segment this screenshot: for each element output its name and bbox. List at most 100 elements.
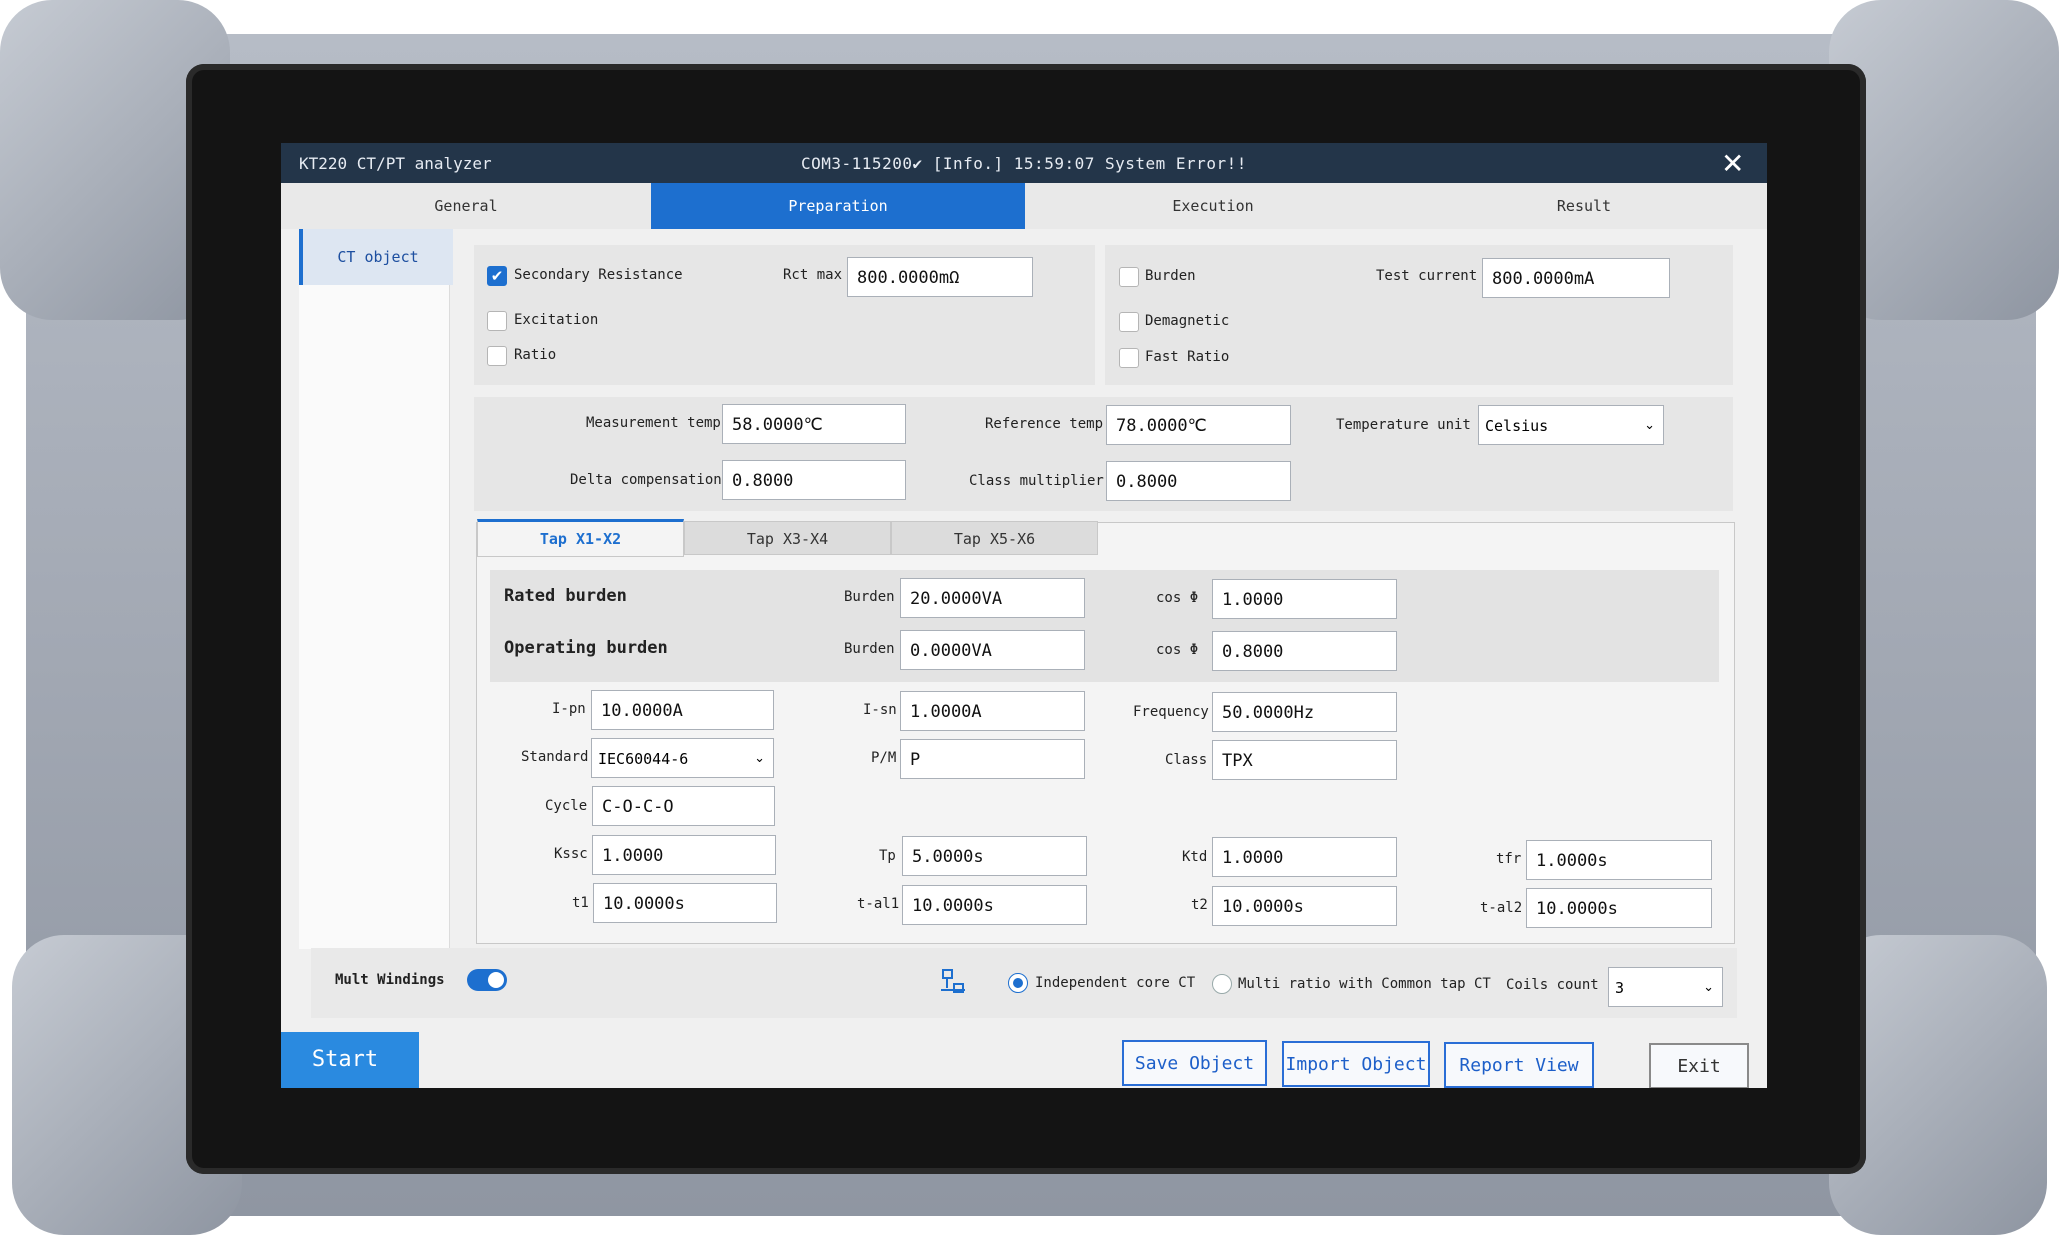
start-button[interactable]: Start [281,1032,419,1088]
excitation-checkbox[interactable] [487,311,507,331]
temperature-unit-select[interactable]: Celsius ⌄ [1478,405,1664,445]
rct-max-label: Rct max [783,267,843,283]
delta-compensation-label: Delta compensation [570,472,722,488]
class-multiplier-input[interactable]: 0.8000 [1106,461,1291,501]
rated-cos-input[interactable]: 1.0000 [1212,579,1397,619]
main-tabs: General Preparation Execution Result [281,183,1767,229]
operating-burden-label: Operating burden [504,638,668,658]
chevron-down-icon: ⌄ [1703,980,1714,995]
demagnetic-label: Demagnetic [1145,313,1230,329]
standard-value: IEC60044-6 [598,750,689,768]
fast-ratio-label: Fast Ratio [1145,349,1230,365]
class-label: Class [1165,752,1208,768]
frequency-input[interactable]: 50.0000Hz [1212,692,1397,732]
tab-preparation[interactable]: Preparation [651,183,1026,229]
tab-execution[interactable]: Execution [1025,183,1402,229]
class-input[interactable]: TPX [1212,740,1397,780]
chevron-down-icon: ⌄ [754,751,765,766]
ktd-input[interactable]: 1.0000 [1212,837,1397,877]
rct-max-input[interactable]: 800.0000mΩ [847,257,1033,297]
operating-burden-input[interactable]: 0.0000VA [900,630,1085,670]
tp-label: Tp [879,848,896,864]
standard-select[interactable]: IEC60044-6 ⌄ [591,738,774,778]
cycle-input[interactable]: C-O-C-O [592,786,775,826]
ktd-label: Ktd [1182,849,1208,865]
cycle-label: Cycle [545,798,588,814]
t1-input[interactable]: 10.0000s [593,883,777,923]
rated-burden-label: Rated burden [504,586,627,606]
coils-count-label: Coils count [1506,977,1599,993]
rated-burden-field-label: Burden [844,589,895,605]
operating-burden-field-label: Burden [844,641,895,657]
t2-label: t2 [1191,897,1208,913]
burden-checkbox[interactable] [1119,267,1139,287]
tab-result[interactable]: Result [1401,183,1767,229]
measurement-temp-label: Measurement temp [586,415,721,431]
isn-input[interactable]: 1.0000A [900,691,1085,731]
tal2-label: t-al2 [1480,900,1523,916]
coils-count-select[interactable]: 3 ⌄ [1608,967,1723,1007]
sidebar: CT object [299,229,453,949]
app-title: KT220 CT/PT analyzer [299,154,492,173]
rated-cos-label: cos Φ [1156,590,1199,606]
burden-test-label: Burden [1145,268,1196,284]
t2-input[interactable]: 10.0000s [1212,886,1397,926]
multi-ratio-label: Multi ratio with Common tap CT [1238,976,1491,992]
operating-cos-input[interactable]: 0.8000 [1212,631,1397,671]
coils-count-value: 3 [1615,979,1625,997]
ipn-input[interactable]: 10.0000A [591,690,774,730]
temperature-unit-value: Celsius [1485,417,1549,435]
kssc-input[interactable]: 1.0000 [592,835,776,875]
reference-temp-label: Reference temp [985,416,1104,432]
tab-tap-x3-x4[interactable]: Tap X3-X4 [684,521,891,555]
tal1-label: t-al1 [857,896,900,912]
tal1-input[interactable]: 10.0000s [902,885,1087,925]
class-multiplier-label: Class multiplier [969,473,1104,489]
exit-button[interactable]: Exit [1649,1043,1749,1088]
title-bar: KT220 CT/PT analyzer COM3-115200✔ [Info.… [281,143,1767,183]
delta-compensation-input[interactable]: 0.8000 [722,460,906,500]
operating-cos-label: cos Φ [1156,642,1199,658]
kssc-label: Kssc [554,846,588,862]
report-view-button[interactable]: Report View [1444,1042,1594,1088]
excitation-label: Excitation [514,312,599,328]
test-current-input[interactable]: 800.0000mA [1482,258,1670,298]
test-current-label: Test current [1376,268,1478,284]
demagnetic-checkbox[interactable] [1119,312,1139,332]
sidebar-item-ct-object[interactable]: CT object [299,229,453,285]
ipn-label: I-pn [552,701,586,717]
secondary-resistance-checkbox[interactable]: ✔ [487,266,507,286]
reference-temp-input[interactable]: 78.0000℃ [1106,405,1291,445]
tfr-label: tfr [1496,851,1522,867]
secondary-resistance-label: Secondary Resistance [514,267,683,283]
isn-label: I-sn [863,702,897,718]
network-icon[interactable] [939,968,967,996]
independent-core-radio[interactable] [1008,973,1028,993]
standard-label: Standard [521,749,589,765]
tab-tap-x1-x2[interactable]: Tap X1-X2 [477,519,684,557]
tp-input[interactable]: 5.0000s [902,836,1087,876]
burden-panel [490,570,1719,682]
tfr-input[interactable]: 1.0000s [1526,840,1712,880]
chevron-down-icon: ⌄ [1644,418,1655,433]
pm-input[interactable]: P [900,739,1085,779]
tab-general[interactable]: General [281,183,652,229]
multi-ratio-radio[interactable] [1212,974,1232,994]
ratio-checkbox[interactable] [487,346,507,366]
t1-label: t1 [572,895,589,911]
tab-tap-x5-x6[interactable]: Tap X5-X6 [891,521,1098,555]
ratio-label: Ratio [514,347,557,363]
pm-label: P/M [871,750,897,766]
rated-burden-input[interactable]: 20.0000VA [900,578,1085,618]
mult-windings-toggle[interactable] [467,969,507,991]
status-text: COM3-115200✔ [Info.] 15:59:07 System Err… [801,154,1247,173]
close-icon[interactable]: ✕ [1721,147,1744,180]
save-object-button[interactable]: Save Object [1122,1040,1267,1086]
mult-windings-label: Mult Windings [335,972,445,988]
measurement-temp-input[interactable]: 58.0000℃ [722,404,906,444]
fast-ratio-checkbox[interactable] [1119,348,1139,368]
import-object-button[interactable]: Import Object [1282,1041,1430,1087]
tal2-input[interactable]: 10.0000s [1526,888,1712,928]
app-screen: KT220 CT/PT analyzer COM3-115200✔ [Info.… [281,143,1767,1088]
temperature-unit-label: Temperature unit [1336,417,1471,433]
